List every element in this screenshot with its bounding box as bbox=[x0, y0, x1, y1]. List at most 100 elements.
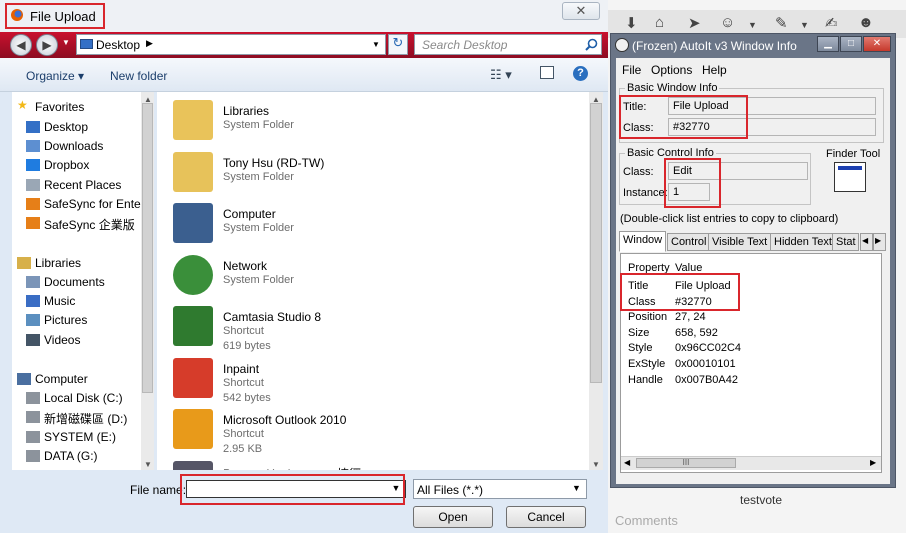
file-name: Libraries bbox=[223, 104, 270, 118]
class-value[interactable]: #32770 bbox=[668, 118, 876, 136]
sidebar-item-recent-places[interactable]: Recent Places bbox=[26, 178, 121, 192]
title-value[interactable]: File Upload bbox=[668, 97, 876, 115]
property-key[interactable]: Style bbox=[628, 342, 652, 354]
menu-file[interactable]: File bbox=[622, 63, 641, 77]
tab-scroll-left-icon[interactable]: ◀ bbox=[860, 233, 873, 251]
nav-scroll-down-icon[interactable]: ▼ bbox=[144, 460, 152, 469]
tab-scroll-right-icon[interactable]: ▶ bbox=[873, 233, 886, 251]
file-size: 542 bytes bbox=[223, 391, 271, 404]
property-key[interactable]: Class bbox=[628, 296, 656, 308]
instance-value[interactable]: 1 bbox=[668, 183, 710, 201]
sidebar-item-computer[interactable]: Computer bbox=[17, 372, 88, 386]
outlook-icon bbox=[173, 409, 213, 449]
cancel-button[interactable]: Cancel bbox=[506, 506, 586, 528]
list-item[interactable]: Network System Folder bbox=[157, 251, 577, 301]
search-placeholder: Search Desktop bbox=[422, 38, 508, 52]
tab-window[interactable]: Window bbox=[619, 231, 667, 252]
control-class-value[interactable]: Edit bbox=[668, 162, 808, 180]
tab-hidden-text[interactable]: Hidden Text bbox=[770, 233, 836, 251]
address-dropdown-icon[interactable]: ▼ bbox=[372, 40, 380, 49]
property-key[interactable]: Title bbox=[628, 280, 648, 292]
smiley-icon[interactable]: ☺ bbox=[720, 14, 735, 31]
sidebar-item-safesync-for-ente[interactable]: SafeSync for Ente bbox=[26, 197, 141, 211]
sidebar-item-local-disk-c[interactable]: Local Disk (C:) bbox=[26, 391, 123, 405]
menu-help[interactable]: Help bbox=[702, 63, 727, 77]
autoit-close-button[interactable]: ✕ bbox=[863, 36, 891, 52]
tab-control[interactable]: Control bbox=[667, 233, 711, 251]
tab-visible-text[interactable]: Visible Text bbox=[708, 233, 772, 251]
sidebar-item-d[interactable]: 新增磁碟區 (D:) bbox=[26, 410, 127, 427]
property-key[interactable]: Position bbox=[628, 311, 667, 323]
list-item[interactable]: Microsoft Outlook 2010 Shortcut 2.95 KB bbox=[157, 405, 577, 455]
file-type: Shortcut bbox=[223, 325, 264, 337]
sidebar-item-safesync[interactable]: SafeSync 企業版 bbox=[26, 216, 135, 233]
help-icon[interactable]: ? bbox=[573, 66, 588, 81]
preview-pane-icon[interactable] bbox=[540, 66, 554, 79]
view-options-icon[interactable]: ☷ ▾ bbox=[490, 67, 512, 83]
list-scroll-right-icon[interactable]: ▶ bbox=[870, 458, 876, 467]
maximize-button[interactable]: □ bbox=[840, 36, 862, 52]
tools-icon[interactable]: ✎ bbox=[775, 14, 788, 32]
search-icon[interactable] bbox=[585, 38, 598, 51]
close-button[interactable]: ✕ bbox=[562, 2, 600, 20]
list-item[interactable]: Libraries System Folder bbox=[157, 96, 577, 146]
property-value[interactable]: 27, 24 bbox=[675, 311, 706, 323]
back-button[interactable]: ◀ bbox=[10, 34, 32, 56]
file-scroll-thumb[interactable] bbox=[590, 103, 602, 383]
file-type-dropdown-icon[interactable]: ▼ bbox=[572, 483, 581, 493]
organize-button[interactable]: Organize ▾ bbox=[26, 69, 84, 83]
header-value: Value bbox=[675, 262, 703, 274]
sidebar-item-label: SafeSync 企業版 bbox=[44, 218, 135, 232]
refresh-button[interactable]: ↻ bbox=[388, 34, 408, 55]
header-property: Property bbox=[628, 262, 670, 274]
menu-options[interactable]: Options bbox=[651, 63, 692, 77]
list-item[interactable]: ProcessHacker.exe - 捷徑 bbox=[157, 457, 577, 470]
nav-scroll-thumb[interactable] bbox=[142, 103, 153, 393]
download-icon[interactable]: ⬇ bbox=[625, 14, 638, 32]
tools-dropdown-icon[interactable]: ▼ bbox=[800, 20, 809, 30]
sidebar-item-videos[interactable]: Videos bbox=[26, 333, 80, 347]
face-icon[interactable]: ☻ bbox=[858, 14, 874, 31]
sidebar-item-pictures[interactable]: Pictures bbox=[26, 313, 87, 327]
list-item[interactable]: Camtasia Studio 8 Shortcut 619 bytes bbox=[157, 302, 577, 352]
tab-status[interactable]: Stat bbox=[832, 233, 859, 251]
list-item[interactable]: Tony Hsu (RD-TW) System Folder bbox=[157, 148, 577, 198]
file-scroll-down-icon[interactable]: ▼ bbox=[592, 460, 600, 469]
recent-dropdown-icon[interactable]: ▼ bbox=[62, 38, 70, 47]
property-key[interactable]: ExStyle bbox=[628, 358, 665, 370]
list-scroll-left-icon[interactable]: ◀ bbox=[624, 458, 630, 467]
send-icon[interactable]: ➤ bbox=[688, 14, 701, 32]
list-item[interactable]: Computer System Folder bbox=[157, 199, 577, 249]
property-value[interactable]: File Upload bbox=[675, 280, 731, 292]
instance-label: Instance: bbox=[623, 187, 668, 199]
list-scroll-thumb[interactable]: III bbox=[636, 458, 736, 468]
sidebar-item-downloads[interactable]: Downloads bbox=[26, 139, 103, 153]
sidebar-item-dropbox[interactable]: Dropbox bbox=[26, 158, 89, 172]
new-folder-button[interactable]: New folder bbox=[110, 69, 167, 83]
sidebar-item-libraries[interactable]: Libraries bbox=[17, 256, 81, 270]
property-value[interactable]: 0x96CC02C4 bbox=[675, 342, 741, 354]
property-value[interactable]: 0x00010101 bbox=[675, 358, 736, 370]
forward-button[interactable]: ▶ bbox=[36, 34, 58, 56]
file-name-dropdown-icon[interactable]: ▼ bbox=[386, 480, 406, 498]
sidebar-item-data-g[interactable]: DATA (G:) bbox=[26, 449, 98, 463]
home-icon[interactable]: ⌂ bbox=[655, 14, 664, 31]
property-value[interactable]: 0x007B0A42 bbox=[675, 374, 738, 386]
list-item[interactable]: Inpaint Shortcut 542 bytes bbox=[157, 354, 577, 404]
breadcrumb-arrow-icon[interactable]: ▶ bbox=[146, 38, 153, 49]
property-key[interactable]: Size bbox=[628, 327, 649, 339]
file-name-input[interactable] bbox=[186, 480, 406, 498]
sidebar-item-music[interactable]: Music bbox=[26, 294, 75, 308]
file-type: System Folder bbox=[223, 222, 294, 234]
property-key[interactable]: Handle bbox=[628, 374, 663, 386]
sidebar-item-favorites[interactable]: ★ Favorites bbox=[17, 98, 84, 114]
sidebar-item-system-e[interactable]: SYSTEM (E:) bbox=[26, 430, 116, 444]
smiley-dropdown-icon[interactable]: ▼ bbox=[748, 20, 757, 30]
minimize-button[interactable]: ▁ bbox=[817, 36, 839, 52]
sidebar-item-desktop[interactable]: Desktop bbox=[26, 120, 88, 134]
sidebar-item-documents[interactable]: Documents bbox=[26, 275, 105, 289]
edit-icon[interactable]: ✍ bbox=[825, 14, 838, 32]
open-button[interactable]: Open bbox=[413, 506, 493, 528]
property-value[interactable]: 658, 592 bbox=[675, 327, 718, 339]
property-value[interactable]: #32770 bbox=[675, 296, 712, 308]
